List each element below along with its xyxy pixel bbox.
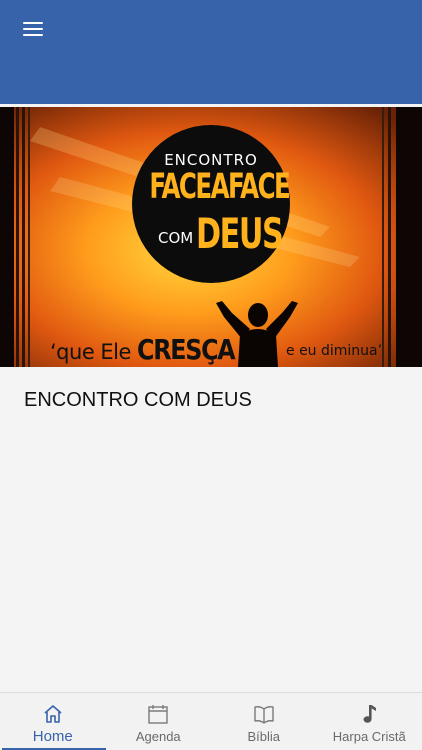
nav-tab-biblia[interactable]: Bíblia <box>211 693 317 750</box>
nav-tab-home[interactable]: Home <box>0 693 106 750</box>
bottom-navigation-bar: Home Agenda Bíblia Harpa Cristã <box>0 692 422 750</box>
banner-overlay: ENCONTRO FACEAFACE COM DEUS ‘que Ele CRE… <box>0 107 422 367</box>
logo-deus-text: DEUS <box>196 209 284 258</box>
app-header <box>0 0 422 104</box>
book-icon <box>254 706 274 724</box>
tagline-close-text: e eu diminua’ <box>286 343 383 359</box>
page-title: ENCONTRO COM DEUS <box>24 389 252 411</box>
tagline-open-text: ‘que Ele <box>50 340 131 364</box>
nav-tab-agenda[interactable]: Agenda <box>106 693 212 750</box>
tagline-cresca-text: CRESÇA <box>137 333 236 366</box>
hamburger-menu-icon[interactable] <box>18 17 48 41</box>
nav-tab-harpa-crista-label: Harpa Cristã <box>332 729 406 744</box>
home-icon <box>44 705 62 723</box>
event-logo: ENCONTRO FACEAFACE COM DEUS <box>132 125 291 283</box>
nav-tab-harpa-crista[interactable]: Harpa Cristã <box>317 693 422 750</box>
app-screen: ENCONTRO FACEAFACE COM DEUS ‘que Ele CRE… <box>0 0 422 750</box>
nav-tab-home-label: Home <box>32 728 73 745</box>
event-banner-image: ENCONTRO FACEAFACE COM DEUS ‘que Ele CRE… <box>0 107 422 367</box>
nav-tab-biblia-label: Bíblia <box>247 729 281 744</box>
calendar-icon <box>148 705 168 724</box>
logo-faceaface-text: FACEAFACE <box>149 167 290 207</box>
nav-tab-agenda-label: Agenda <box>135 729 181 744</box>
logo-com-text: COM <box>158 229 194 247</box>
banner-tagline: ‘que Ele CRESÇA <box>50 333 252 366</box>
music-note-icon <box>363 705 377 723</box>
